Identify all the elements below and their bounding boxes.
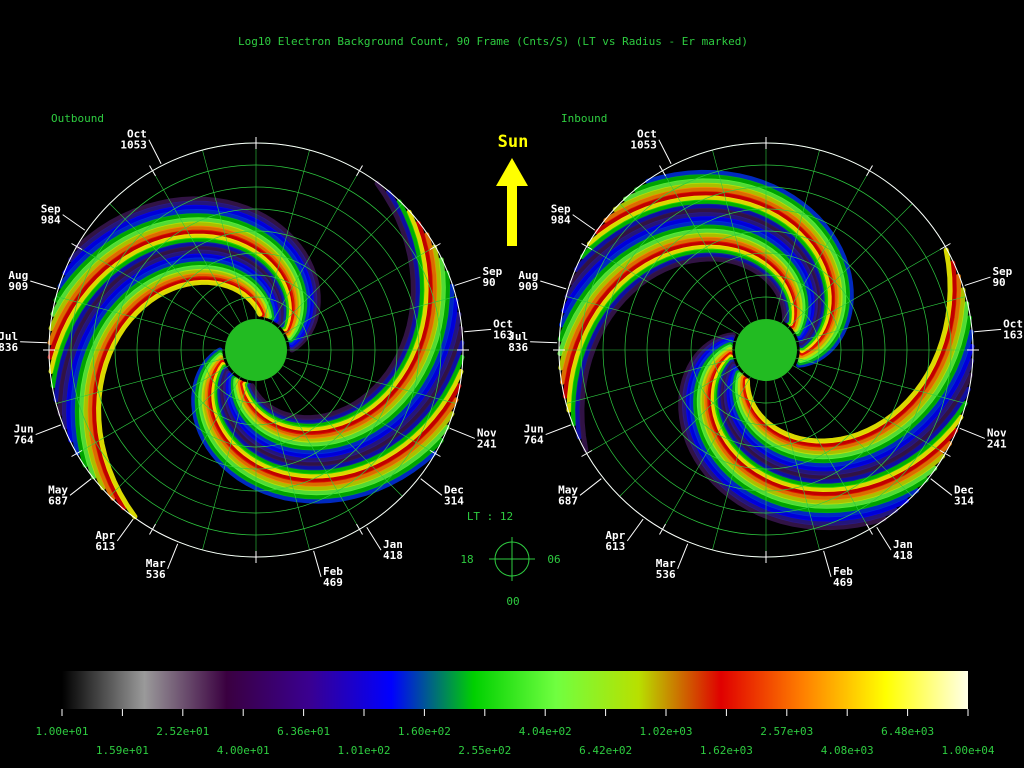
orbit-label-day: 314 xyxy=(954,494,974,507)
colorbar-gradient xyxy=(62,671,968,709)
colorbar-tick-label: 2.55e+02 xyxy=(458,744,511,757)
orbit-label-day: 984 xyxy=(41,214,61,227)
figure: Log10 Electron Background Count, 90 Fram… xyxy=(0,35,1023,757)
lt-key-left: 18 xyxy=(460,553,473,566)
orbit-label-leader xyxy=(823,550,832,577)
orbit-label-day: 836 xyxy=(508,341,528,354)
colorbar-tick-label: 1.59e+01 xyxy=(96,744,149,757)
orbit-label-leader xyxy=(677,543,689,570)
orbit-label-day: 90 xyxy=(482,276,495,289)
colorbar-tick-label: 4.08e+03 xyxy=(821,744,874,757)
orbit-label-day: 536 xyxy=(656,568,676,581)
colorbar-tick-label: 1.01e+02 xyxy=(338,744,391,757)
orbit-label-day: 536 xyxy=(146,568,166,581)
colorbar-tick-label: 4.00e+01 xyxy=(217,744,270,757)
orbit-label-day: 613 xyxy=(605,540,625,553)
orbit-label-day: 163 xyxy=(1003,328,1023,341)
orbit-label-day: 241 xyxy=(987,437,1007,450)
orbit-label-day: 836 xyxy=(0,341,19,354)
orbit-label-day: 469 xyxy=(833,576,853,589)
colorbar-tick-label: 1.00e+04 xyxy=(942,744,995,757)
outbound-panel: Outbound Oct1053Sep984Aug909Jul836Jun764… xyxy=(0,112,513,589)
orbit-label-day: 418 xyxy=(383,549,403,562)
orbit-label-day: 1053 xyxy=(120,139,147,152)
orbit-label-day: 1053 xyxy=(630,139,657,152)
orbit-label-leader xyxy=(30,280,57,290)
colorbar-tick-label: 6.48e+03 xyxy=(881,725,934,738)
orbit-label-leader xyxy=(540,280,567,290)
orbit-label-leader xyxy=(420,478,443,496)
orbit-label-day: 469 xyxy=(323,576,343,589)
orbit-label-leader xyxy=(530,341,558,344)
outbound-planet-disk xyxy=(225,319,287,381)
sun-indicator: Sun xyxy=(496,132,528,246)
lt-key-right: 06 xyxy=(547,553,560,566)
orbit-label-day: 613 xyxy=(95,540,115,553)
inbound-planet-disk xyxy=(735,319,797,381)
orbit-label-leader xyxy=(959,427,986,439)
colorbar-tick-label: 4.04e+02 xyxy=(519,725,572,738)
orbit-label-day: 984 xyxy=(551,214,571,227)
lt-key-bottom: 00 xyxy=(506,595,519,608)
sun-label: Sun xyxy=(498,132,529,152)
inbound-panel: Inbound Oct1053Sep984Aug909Jul836Jun764M… xyxy=(508,112,1023,589)
colorbar-tick-label: 2.57e+03 xyxy=(760,725,813,738)
orbit-label-leader xyxy=(545,424,572,436)
orbit-label-leader xyxy=(464,328,492,333)
panel-title-outbound: Outbound xyxy=(51,112,104,125)
colorbar-tick-label: 2.52e+01 xyxy=(156,725,209,738)
orbit-label-leader xyxy=(658,139,672,165)
colorbar-tick-label: 6.36e+01 xyxy=(277,725,330,738)
colorbar-tick-label: 1.62e+03 xyxy=(700,744,753,757)
orbit-label-leader xyxy=(69,478,92,496)
orbit-label-day: 764 xyxy=(14,434,34,447)
orbit-label-leader xyxy=(167,543,179,570)
orbit-label-day: 909 xyxy=(8,280,28,293)
colorbar-tick-label: 1.00e+01 xyxy=(36,725,89,738)
orbit-label-day: 418 xyxy=(893,549,913,562)
orbit-label-day: 241 xyxy=(477,437,497,450)
orbit-label-leader xyxy=(20,341,48,344)
chart-title: Log10 Electron Background Count, 90 Fram… xyxy=(238,35,748,48)
orbit-label-leader xyxy=(449,427,476,439)
orbit-label-leader xyxy=(876,526,892,551)
orbit-label-day: 687 xyxy=(48,494,68,507)
orbit-label-leader xyxy=(62,214,86,231)
orbit-label-leader xyxy=(572,214,596,231)
orbit-label-day: 687 xyxy=(558,494,578,507)
orbit-label-leader xyxy=(626,518,644,542)
colorbar-ticks: 1.00e+01 2.52e+01 6.36e+01 1.60e+02 4.04e+02… xyxy=(36,709,995,757)
colorbar-tick-label: 1.02e+03 xyxy=(640,725,693,738)
orbit-label-leader xyxy=(579,478,602,496)
orbit-label-leader xyxy=(454,276,481,286)
orbit-label-day: 764 xyxy=(524,434,544,447)
orbit-label-leader xyxy=(116,518,134,542)
sun-arrow-icon xyxy=(496,158,528,246)
orbit-label-leader xyxy=(366,526,382,551)
colorbar: 1.00e+01 2.52e+01 6.36e+01 1.60e+02 4.04e+02… xyxy=(36,671,995,757)
orbit-label-leader xyxy=(148,139,162,165)
colorbar-tick-label: 6.42e+02 xyxy=(579,744,632,757)
lt-key-label: LT : 12 xyxy=(467,510,513,523)
panel-title-inbound: Inbound xyxy=(561,112,607,125)
orbit-label-leader xyxy=(964,276,991,286)
orbit-label-leader xyxy=(930,478,953,496)
orbit-label-leader xyxy=(313,550,322,577)
orbit-label-day: 314 xyxy=(444,494,464,507)
orbit-label-leader xyxy=(974,328,1002,333)
orbit-label-day: 909 xyxy=(518,280,538,293)
colorbar-tick-label: 1.60e+02 xyxy=(398,725,451,738)
orbit-label-day: 90 xyxy=(992,276,1005,289)
local-time-key: LT : 12 18 06 00 xyxy=(460,510,560,608)
orbit-label-leader xyxy=(35,424,62,436)
